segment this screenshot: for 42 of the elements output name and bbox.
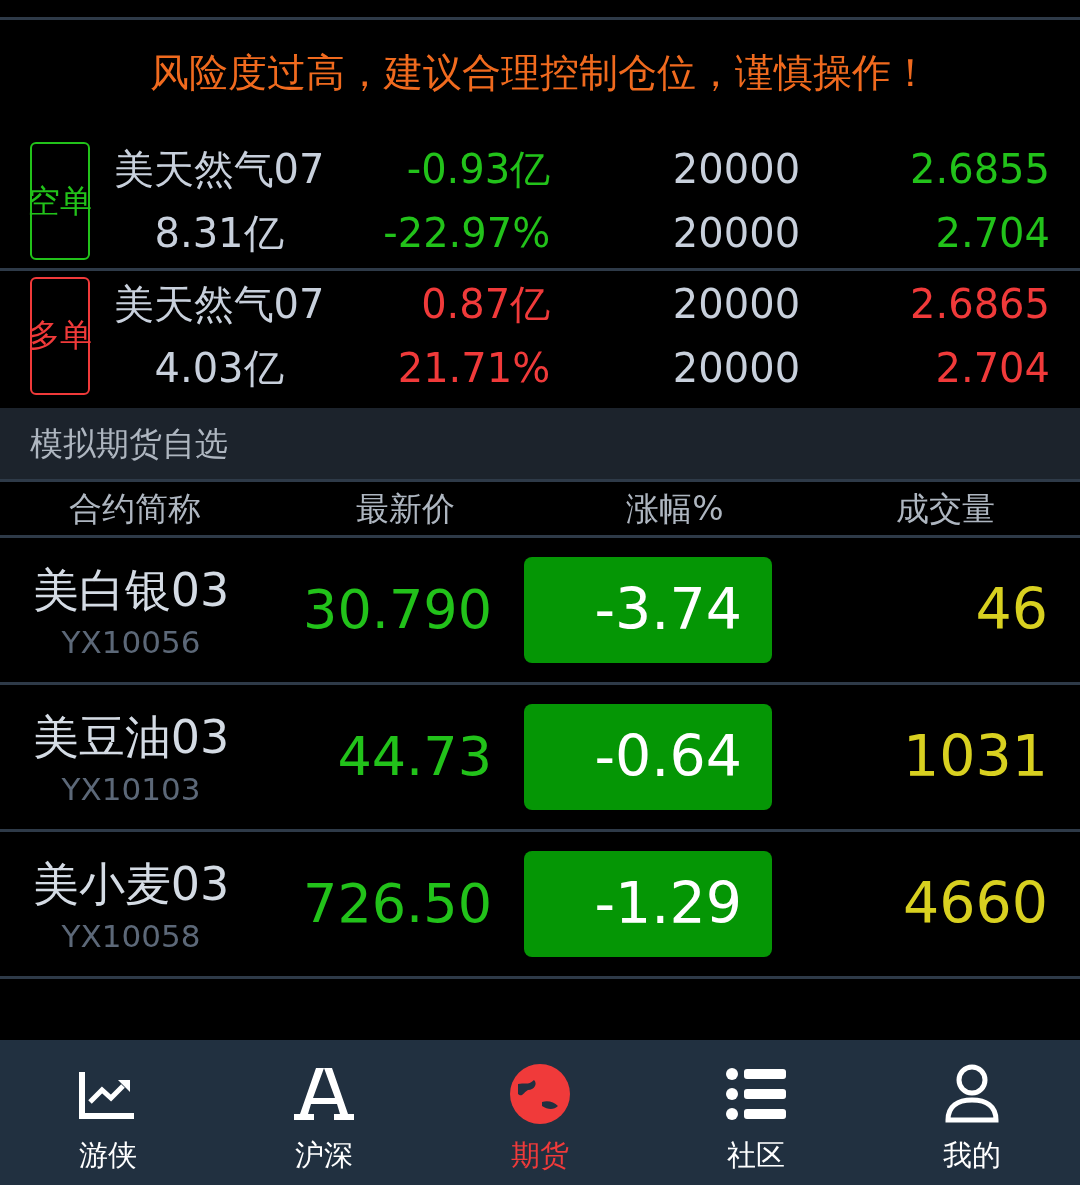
profit-loss: 0.87亿 — [421, 279, 551, 329]
position-price: 2.6855 — [910, 145, 1050, 195]
tab-item[interactable]: 游侠 — [0, 1040, 216, 1185]
change-percent-badge: -3.74 — [524, 556, 772, 663]
column-header: 合约简称 — [69, 488, 201, 528]
position-quantity: 20000 — [672, 145, 801, 195]
contract-name: 美白银03 — [32, 561, 230, 619]
globe-icon — [508, 1062, 572, 1126]
contract-code: YX10056 — [61, 622, 201, 662]
current-price: 2.704 — [935, 209, 1050, 259]
position-amount: 8.31亿 — [154, 209, 284, 259]
tab-item[interactable]: 沪深 — [216, 1040, 432, 1185]
profit-loss-percent: -22.97% — [383, 209, 551, 259]
warning-text: 风险度过高，建议合理控制仓位，谨慎操作！ — [150, 50, 930, 95]
contract-name: 美天然气07 — [113, 145, 325, 195]
latest-price: 30.790 — [303, 578, 492, 642]
volume: 46 — [975, 576, 1048, 643]
volume: 1031 — [902, 723, 1048, 790]
latest-price: 726.50 — [303, 872, 492, 936]
position-amount: 4.03亿 — [154, 343, 284, 393]
volume: 4660 — [902, 870, 1048, 937]
available-quantity: 20000 — [672, 343, 801, 393]
contract-name: 美豆油03 — [32, 708, 230, 766]
tab-item[interactable]: 我的 — [864, 1040, 1080, 1185]
column-header: 成交量 — [895, 488, 995, 528]
contract-name: 美天然气07 — [113, 279, 325, 329]
position-quantity: 20000 — [672, 279, 801, 329]
contract-code: YX10058 — [61, 916, 201, 956]
current-price: 2.704 — [935, 343, 1050, 393]
contract-name: 美小麦03 — [32, 855, 230, 913]
contract-code: YX10103 — [61, 769, 201, 809]
change-percent-badge: -1.29 — [524, 850, 772, 957]
latest-price: 44.73 — [337, 725, 492, 789]
tab-item[interactable]: 社区 — [648, 1040, 864, 1185]
position-price: 2.6865 — [910, 279, 1050, 329]
column-header: 涨幅% — [626, 488, 724, 528]
section-title: 模拟期货自选 — [30, 422, 228, 465]
change-percent-badge: -0.64 — [524, 703, 772, 810]
column-header: 最新价 — [355, 488, 455, 528]
profit-loss-percent: 21.71% — [397, 343, 551, 393]
available-quantity: 20000 — [672, 209, 801, 259]
profit-loss: -0.93亿 — [406, 145, 551, 195]
